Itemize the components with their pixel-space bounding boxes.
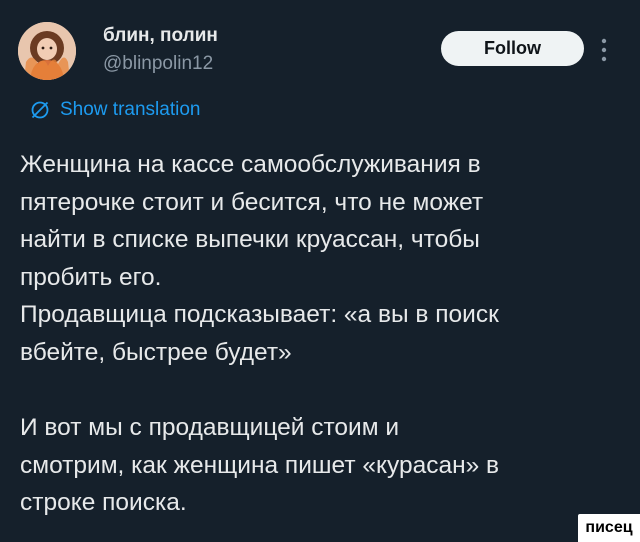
- avatar-image: [18, 22, 76, 80]
- tweet-card: блин, полин @blinpolin12 Follow Show tra…: [0, 0, 640, 542]
- follow-button[interactable]: Follow: [441, 31, 584, 66]
- tweet-line: Женщина на кассе самообслуживания в: [20, 151, 481, 178]
- tweet-line: найти в списке выпечки круассан, чтобы: [20, 226, 480, 254]
- more-vertical-icon[interactable]: [598, 37, 610, 63]
- translate-icon: [31, 101, 49, 119]
- watermark: писец: [578, 514, 640, 542]
- show-translation-label: Show translation: [60, 99, 201, 120]
- handle[interactable]: @blinpolin12: [103, 53, 213, 75]
- tweet-line: Продавщица подсказывает: «а вы в поиск: [20, 301, 499, 329]
- tweet-line: строке поиска.: [20, 489, 187, 517]
- tweet-line: пробить его.: [20, 263, 162, 291]
- tweet-line: пятерочке стоит и бесится, что не может: [20, 188, 484, 216]
- tweet-line: вбейте, быстрее будет»: [20, 338, 292, 366]
- tweet-line: И вот мы с продавщицей стоим и: [20, 414, 400, 442]
- avatar[interactable]: [18, 22, 76, 80]
- tweet-line: смотрим, как женщина пишет «курасан» в: [20, 451, 500, 479]
- show-translation-link[interactable]: Show translation: [30, 99, 200, 121]
- display-name[interactable]: блин, полин: [103, 25, 218, 47]
- tweet-text: Женщина на кассе самообслуживания в пяте…: [20, 146, 620, 522]
